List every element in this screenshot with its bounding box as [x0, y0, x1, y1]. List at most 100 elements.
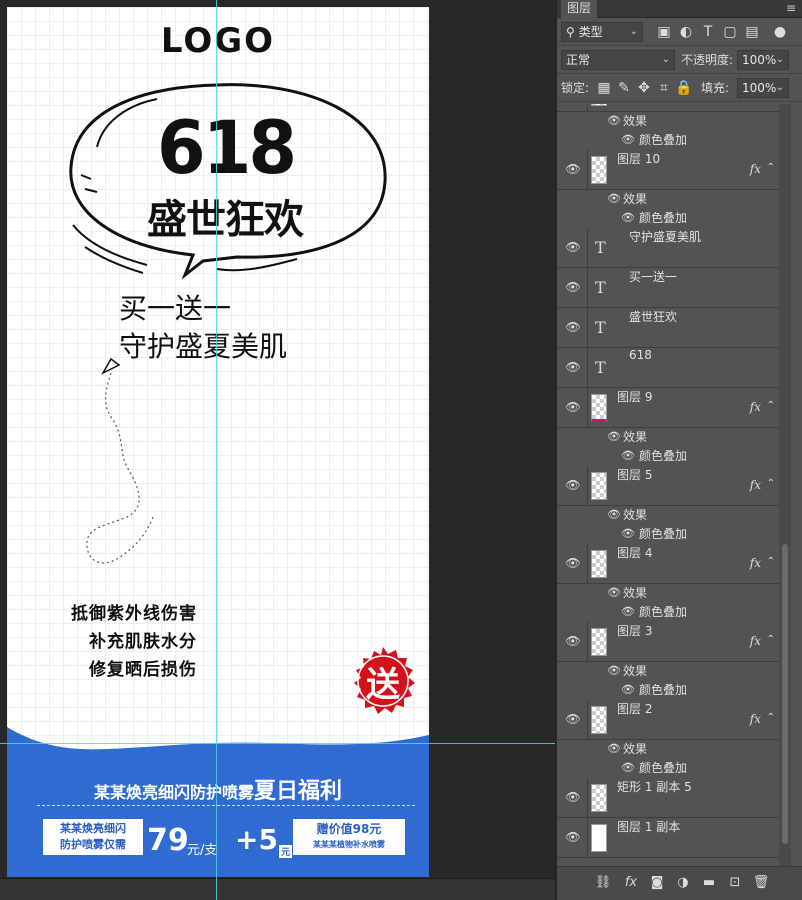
- layer-row-4[interactable]: 👁 图层 4 fx ⌃: [557, 544, 779, 584]
- layer-name[interactable]: 图层 5: [617, 466, 652, 483]
- fx-icon[interactable]: fx: [750, 400, 761, 414]
- chevron-up-icon[interactable]: ⌃: [767, 712, 775, 723]
- chevron-up-icon[interactable]: ⌃: [767, 478, 775, 489]
- layer-row-5[interactable]: 👁 图层 5 fx ⌃: [557, 466, 779, 506]
- layer-name[interactable]: 图层 1 副本: [617, 818, 680, 835]
- effect-item-row[interactable]: 👁 颜色叠加: [557, 525, 779, 544]
- effects-row[interactable]: 👁 效果: [557, 428, 779, 447]
- layer-name[interactable]: 图层 4: [617, 544, 652, 561]
- eye-icon[interactable]: 👁: [565, 712, 581, 728]
- lock-all-icon[interactable]: 🔒: [675, 79, 693, 97]
- layer-name[interactable]: 图层 2: [617, 700, 652, 717]
- eye-icon[interactable]: 👁: [621, 683, 635, 696]
- layer-name[interactable]: 图层 9: [617, 388, 652, 405]
- eye-icon[interactable]: 👁: [621, 761, 635, 774]
- layer-row-2[interactable]: 👁 图层 2 fx ⌃: [557, 700, 779, 740]
- adjustment-filter-icon[interactable]: ◐: [677, 23, 695, 41]
- effects-row[interactable]: 👁 效果: [557, 112, 779, 131]
- fx-icon[interactable]: fx: [621, 873, 641, 893]
- effects-row[interactable]: 👁 效果: [557, 740, 779, 759]
- effects-row[interactable]: 👁 效果: [557, 506, 779, 525]
- text-filter-icon[interactable]: T: [699, 23, 717, 41]
- effect-item-row[interactable]: 👁 颜色叠加: [557, 209, 779, 228]
- filter-toggle-icon[interactable]: ●: [771, 23, 789, 41]
- effect-item-row[interactable]: 👁 颜色叠加: [557, 603, 779, 622]
- effect-item-row[interactable]: 👁 颜色叠加: [557, 759, 779, 778]
- eye-icon[interactable]: 👁: [565, 280, 581, 296]
- eye-icon[interactable]: 👁: [621, 605, 635, 618]
- effects-row[interactable]: 👁 效果: [557, 584, 779, 603]
- mask-icon[interactable]: ◙: [647, 873, 667, 893]
- smart-object-filter-icon[interactable]: ▤: [743, 23, 761, 41]
- filter-kind-select[interactable]: ⚲ 类型 ⌄: [561, 22, 643, 42]
- panel-menu-icon[interactable]: ≡: [786, 1, 796, 15]
- layer-row-9[interactable]: 👁 图层 9 fx ⌃: [557, 388, 779, 428]
- fill-input[interactable]: 100% ⌄: [737, 78, 789, 98]
- eye-icon[interactable]: 👁: [565, 830, 581, 846]
- lock-move-icon[interactable]: ✥: [635, 79, 653, 97]
- eye-icon[interactable]: 👁: [565, 790, 581, 806]
- layer-name[interactable]: 图层 3: [617, 622, 652, 639]
- layer-row-rect-copy5[interactable]: 👁 矩形 1 副本 5: [557, 778, 779, 818]
- eye-icon[interactable]: 👁: [565, 360, 581, 376]
- shape-filter-icon[interactable]: ▢: [721, 23, 739, 41]
- eye-icon[interactable]: 👁: [607, 430, 621, 443]
- layer-name[interactable]: 守护盛夏美肌: [629, 228, 701, 245]
- lock-artboard-icon[interactable]: ⌗: [655, 79, 673, 97]
- fx-icon[interactable]: fx: [750, 162, 761, 176]
- chevron-up-icon[interactable]: ⌃: [767, 556, 775, 567]
- eye-icon[interactable]: 👁: [565, 240, 581, 256]
- layer-row-10[interactable]: 👁 图层 10 fx ⌃: [557, 150, 779, 190]
- trash-icon[interactable]: 🗑: [751, 873, 771, 893]
- layer-row-text-festival[interactable]: 👁 T 盛世狂欢: [557, 308, 779, 348]
- eye-icon[interactable]: 👁: [607, 664, 621, 677]
- chevron-up-icon[interactable]: ⌃: [767, 104, 775, 107]
- layers-scrollbar[interactable]: [779, 104, 791, 866]
- folder-icon[interactable]: ▬: [699, 873, 719, 893]
- eye-icon[interactable]: 👁: [565, 162, 581, 178]
- layer-row-1-copy[interactable]: 👁 图层 1 副本: [557, 818, 779, 858]
- effect-item-row[interactable]: 👁 颜色叠加: [557, 447, 779, 466]
- horizontal-scrollbar[interactable]: [0, 878, 555, 900]
- eye-icon[interactable]: 👁: [621, 449, 635, 462]
- eye-icon[interactable]: 👁: [565, 400, 581, 416]
- eye-icon[interactable]: 👁: [621, 527, 635, 540]
- layer-name[interactable]: 图层 10: [617, 150, 660, 167]
- lock-transparency-icon[interactable]: ▦: [595, 79, 613, 97]
- artboard-canvas[interactable]: LOGO 618 盛世狂欢 买一送一 守护盛夏美肌 抵御紫外线伤害 补充肌肤水分…: [7, 7, 429, 877]
- layer-row-text-buy[interactable]: 👁 T 买一送一: [557, 268, 779, 308]
- effects-row[interactable]: 👁 效果: [557, 190, 779, 209]
- eye-icon[interactable]: 👁: [621, 133, 635, 146]
- eye-icon[interactable]: 👁: [607, 114, 621, 127]
- effect-item-row[interactable]: 👁 颜色叠加: [557, 681, 779, 700]
- lock-brush-icon[interactable]: ✎: [615, 79, 633, 97]
- effect-item-row[interactable]: 👁 颜色叠加: [557, 131, 779, 150]
- eye-icon[interactable]: 👁: [621, 211, 635, 224]
- opacity-input[interactable]: 100% ⌄: [737, 50, 789, 70]
- eye-icon[interactable]: 👁: [565, 478, 581, 494]
- layer-name[interactable]: 矩形 1 副本 5: [617, 778, 692, 795]
- vertical-guide[interactable]: [216, 0, 217, 900]
- layer-name[interactable]: 盛世狂欢: [629, 308, 677, 325]
- effects-row[interactable]: 👁 效果: [557, 662, 779, 681]
- layer-row-text-618[interactable]: 👁 T 618: [557, 348, 779, 388]
- fx-icon[interactable]: fx: [750, 478, 761, 492]
- pixel-filter-icon[interactable]: ▣: [655, 23, 673, 41]
- eye-icon[interactable]: 👁: [565, 320, 581, 336]
- chevron-up-icon[interactable]: ⌃: [767, 634, 775, 645]
- layer-name[interactable]: 618: [629, 348, 652, 362]
- layer-name[interactable]: 买一送一: [629, 268, 677, 285]
- layer-row-text-skin[interactable]: 👁 T 守护盛夏美肌: [557, 228, 779, 268]
- layer-row-partial[interactable]: ⌃: [557, 104, 779, 112]
- eye-icon[interactable]: 👁: [607, 742, 621, 755]
- link-icon[interactable]: ⛓: [593, 873, 613, 893]
- adjustment-icon[interactable]: ◑: [673, 873, 693, 893]
- eye-icon[interactable]: 👁: [565, 634, 581, 650]
- scrollbar-thumb[interactable]: [782, 544, 788, 844]
- eye-icon[interactable]: 👁: [607, 192, 621, 205]
- new-layer-icon[interactable]: ⊡: [725, 873, 745, 893]
- eye-icon[interactable]: 👁: [607, 586, 621, 599]
- fx-icon[interactable]: fx: [750, 556, 761, 570]
- fx-icon[interactable]: fx: [750, 712, 761, 726]
- eye-icon[interactable]: 👁: [607, 508, 621, 521]
